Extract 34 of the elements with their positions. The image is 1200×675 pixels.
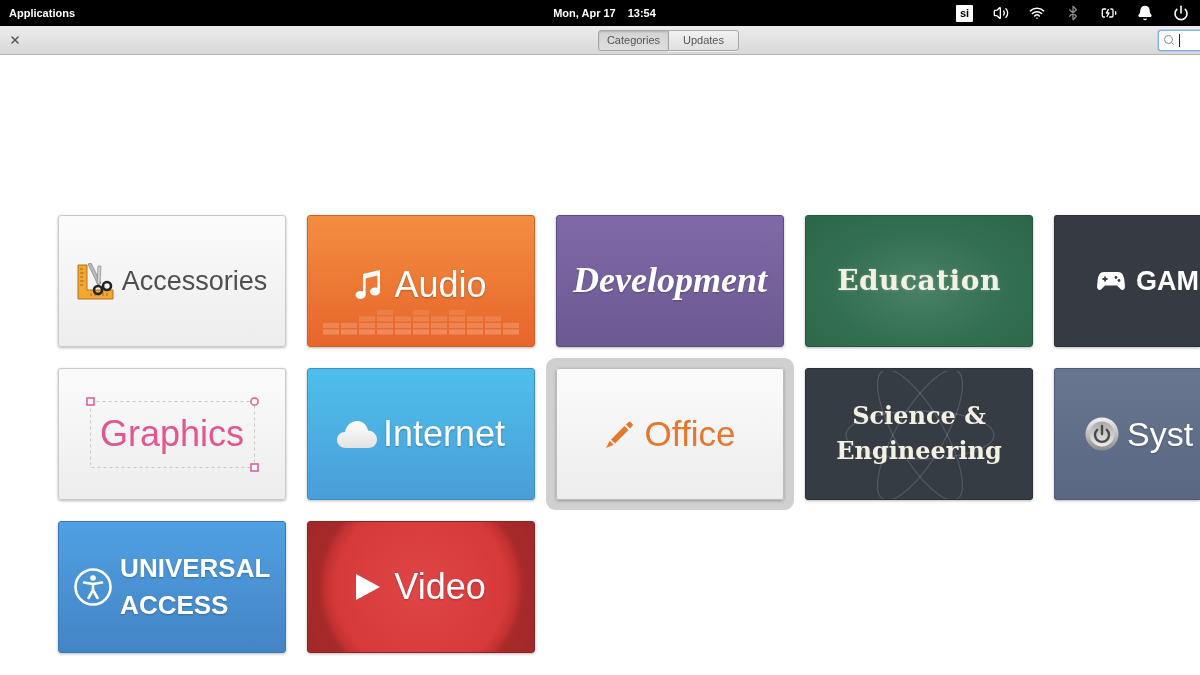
category-tile[interactable]: Audio xyxy=(307,215,535,347)
play-icon xyxy=(356,574,381,600)
category-tile[interactable]: Education xyxy=(805,215,1033,347)
power-icon[interactable] xyxy=(1173,5,1189,21)
notifications-icon[interactable] xyxy=(1137,5,1153,21)
time-label[interactable]: 13:54 xyxy=(627,7,656,19)
date-label[interactable]: Mon, Apr 17 xyxy=(553,7,616,19)
volume-icon[interactable] xyxy=(993,5,1009,21)
power-button-icon xyxy=(1085,417,1119,451)
applications-menu[interactable]: Applications xyxy=(9,7,75,19)
wifi-icon[interactable] xyxy=(1029,5,1045,21)
battery-icon[interactable] xyxy=(1101,5,1117,21)
category-tile[interactable]: Graphics xyxy=(58,368,286,500)
category-tile[interactable]: Syst xyxy=(1054,368,1200,500)
category-tile[interactable]: Accessories xyxy=(58,215,286,347)
music-notes-icon xyxy=(355,270,382,300)
accessibility-icon xyxy=(74,568,113,606)
category-tile[interactable]: Science & Engineering xyxy=(805,368,1033,500)
search-icon xyxy=(1163,34,1175,46)
category-tile[interactable]: UNIVERSAL ACCESS xyxy=(58,521,286,653)
keyboard-layout-indicator[interactable]: si xyxy=(956,4,973,22)
category-tile[interactable]: Video xyxy=(307,521,535,653)
pencil-icon xyxy=(604,419,634,449)
category-tile[interactable]: Development xyxy=(556,215,784,347)
close-icon xyxy=(9,34,21,46)
cloud-icon xyxy=(336,420,377,448)
view-tab[interactable]: Updates xyxy=(668,29,739,51)
close-button[interactable] xyxy=(8,33,22,47)
ruler-scissors-icon xyxy=(76,262,114,300)
category-tile[interactable]: GAM xyxy=(1054,215,1200,347)
search-field[interactable] xyxy=(1158,29,1200,51)
text-cursor-icon xyxy=(1179,33,1180,47)
view-tab[interactable]: Categories xyxy=(598,29,669,51)
gamepad-icon xyxy=(1097,271,1125,291)
